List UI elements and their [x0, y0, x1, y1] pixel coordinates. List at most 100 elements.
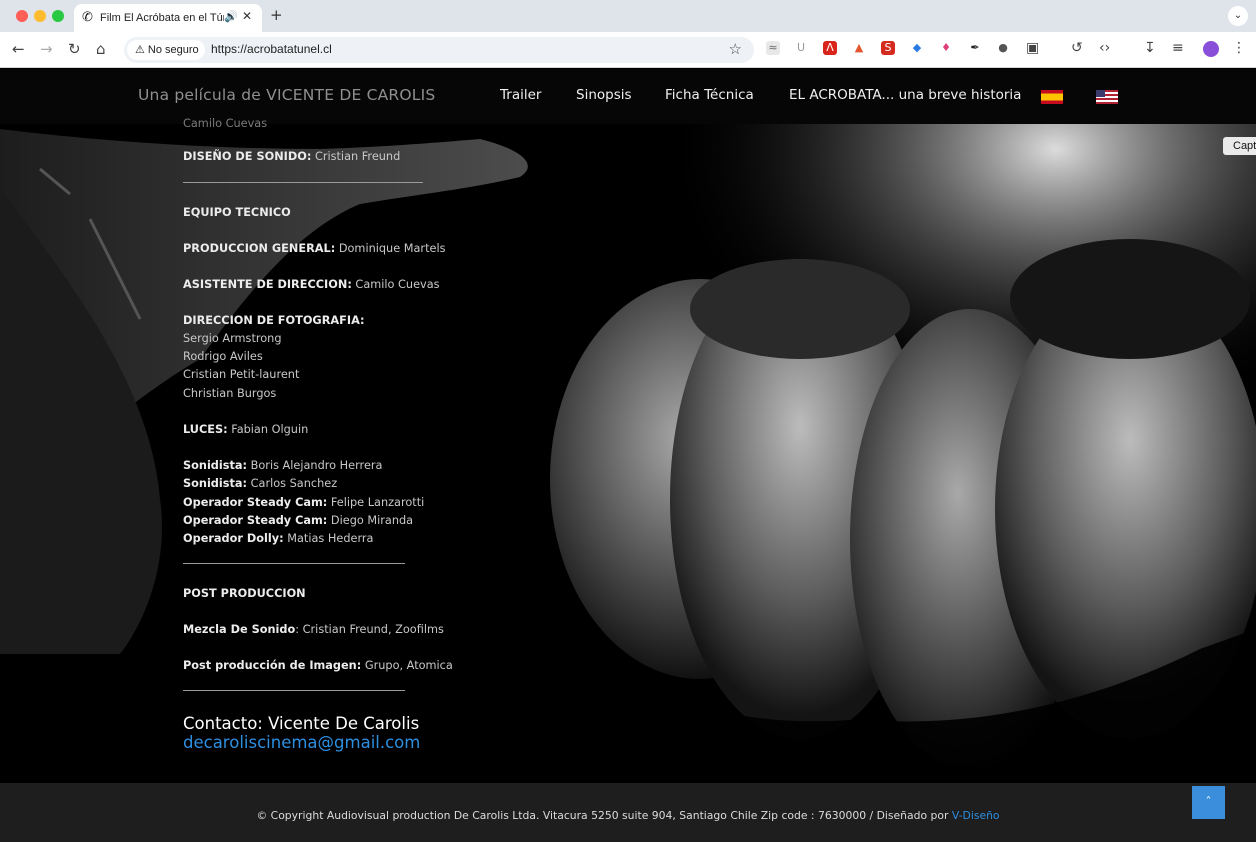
audio-playing-icon[interactable]: 🔊 [224, 10, 238, 23]
browser-tab[interactable]: ✆ Film El Acróbata en el Túnel 🔊 ✕ [74, 4, 262, 32]
nav-breve-historia[interactable]: EL ACROBATA... una breve historia [789, 87, 1021, 103]
reload-icon[interactable]: ↻ [68, 40, 81, 58]
menu-icon[interactable]: ⋮ [1232, 40, 1246, 56]
site-header: Una película de VICENTE DE CAROLIS Trail… [0, 69, 1256, 124]
us-flag-icon[interactable] [1096, 90, 1118, 104]
tag-extension-icon[interactable]: ◆ [910, 41, 924, 55]
minimize-window-button[interactable] [34, 10, 46, 22]
credit-label: Operador Dolly: [183, 532, 284, 545]
credit-label: Operador Steady Cam: [183, 514, 328, 527]
nav-ficha-tecnica[interactable]: Ficha Técnica [665, 87, 754, 103]
credit-label: DISEÑO DE SONIDO: [183, 150, 312, 163]
downloads-icon[interactable]: ↧ [1144, 40, 1156, 56]
contact-email-link[interactable]: decaroliscinema@gmail.com [183, 733, 420, 752]
eyedropper-icon[interactable]: ✒ [968, 41, 982, 55]
credit-value: Cristian Freund [311, 150, 401, 163]
close-tab-icon[interactable]: ✕ [242, 9, 252, 23]
credit-name: Christian Burgos [183, 387, 277, 400]
forward-icon[interactable]: → [40, 40, 53, 58]
section-heading-post: POST PRODUCCION [183, 587, 306, 600]
credit-crew-row: Sonidista: Carlos Sanchez [183, 477, 337, 490]
credit-mezcla-sonido: Mezcla De Sonido: Cristian Freund, Zoofi… [183, 623, 444, 636]
scroll-to-top-button[interactable]: ˆ [1192, 786, 1225, 819]
back-icon[interactable]: ← [12, 40, 25, 58]
credit-crew-row: Operador Steady Cam: Felipe Lanzarotti [183, 496, 424, 509]
extension-s-icon[interactable]: S [881, 41, 895, 55]
close-window-button[interactable] [16, 10, 28, 22]
nav-trailer[interactable]: Trailer [500, 87, 541, 103]
history-icon[interactable]: ↺ [1071, 40, 1083, 56]
url-text[interactable]: https://acrobatatunel.cl [211, 42, 332, 56]
profile-avatar[interactable] [1203, 41, 1219, 57]
credit-crew-row: Operador Dolly: Matias Hederra [183, 532, 373, 545]
home-icon[interactable]: ⌂ [96, 40, 106, 58]
contact-title: Contacto: Vicente De Carolis [183, 714, 420, 733]
maximize-window-button[interactable] [52, 10, 64, 22]
new-tab-button[interactable]: + [270, 6, 283, 24]
credit-sound-design: DISEÑO DE SONIDO: Cristian Freund [183, 150, 400, 163]
credit-value: Fabian Olguin [227, 423, 309, 436]
credit-label: ASISTENTE DE DIRECCION: [183, 278, 352, 291]
credit-label: PRODUCCION GENERAL: [183, 242, 336, 255]
site-favicon-icon: ✆ [82, 10, 93, 25]
extension-icon[interactable]: ● [996, 41, 1010, 55]
extension-u-icon[interactable]: U [794, 41, 808, 55]
section-heading-equipo: EQUIPO TECNICO [183, 206, 291, 219]
extension-icon[interactable]: ≈ [766, 41, 780, 55]
credit-label: Sonidista: [183, 459, 248, 472]
security-indicator[interactable]: ⚠ No seguro [127, 40, 205, 60]
credit-value: Grupo, Atomica [361, 659, 453, 672]
credit-value: : Cristian Freund, Zoofilms [295, 623, 444, 636]
designer-link[interactable]: V-Diseño [952, 809, 1000, 822]
credit-heading: POST PRODUCCION [183, 587, 306, 600]
credit-crew-row: Operador Steady Cam: Diego Miranda [183, 514, 413, 527]
credit-value: Camilo Cuevas [351, 278, 440, 291]
copyright-label: © Copyright Audiovisual production De Ca… [256, 809, 952, 822]
site-footer: © Copyright Audiovisual production De Ca… [0, 783, 1256, 842]
browser-tab-bar: ✆ Film El Acróbata en el Túnel 🔊 ✕ + ⌄ [0, 0, 1256, 32]
credit-label: Post producción de Imagen: [183, 659, 362, 672]
credit-value: Diego Miranda [327, 514, 414, 527]
extension-icon[interactable]: ▲ [852, 41, 866, 55]
credit-value: Matias Hederra [283, 532, 374, 545]
credit-cut-line: Camilo Cuevas [183, 117, 268, 130]
address-bar[interactable]: ⚠ No seguro https://acrobatatunel.cl ☆ [124, 37, 754, 63]
credit-label: Sonidista: [183, 477, 248, 490]
credit-value: Boris Alejandro Herrera [247, 459, 383, 472]
nav-sinopsis[interactable]: Sinopsis [576, 87, 632, 103]
browser-toolbar: ← → ↻ ⌂ ⚠ No seguro https://acrobatatune… [0, 32, 1256, 68]
pdf-extension-icon[interactable]: Λ [823, 41, 837, 55]
security-label: No seguro [147, 44, 199, 56]
tab-title: Film El Acróbata en el Túnel [100, 12, 224, 24]
credit-label: Operador Steady Cam: [183, 496, 328, 509]
credit-heading: EQUIPO TECNICO [183, 206, 291, 219]
code-icon[interactable]: ‹› [1099, 40, 1110, 56]
extensions-puzzle-icon[interactable]: ▣ [1026, 40, 1039, 56]
credit-crew-row: Sonidista: Boris Alejandro Herrera [183, 459, 382, 472]
credit-value: Carlos Sanchez [247, 477, 338, 490]
divider [183, 563, 405, 564]
reading-list-icon[interactable]: ≡ [1172, 40, 1184, 56]
site-tagline[interactable]: Una película de VICENTE DE CAROLIS [138, 86, 435, 104]
copyright-text: © Copyright Audiovisual production De Ca… [0, 809, 1256, 822]
credit-asistente-direccion: ASISTENTE DE DIRECCION: Camilo Cuevas [183, 278, 440, 291]
spanish-flag-icon[interactable] [1041, 90, 1063, 104]
credit-post-imagen: Post producción de Imagen: Grupo, Atomic… [183, 659, 453, 672]
tab-search-chevron-icon[interactable]: ⌄ [1228, 6, 1248, 26]
credit-value: Felipe Lanzarotti [327, 496, 425, 509]
credit-fotografia-heading: DIRECCION DE FOTOGRAFIA: [183, 314, 365, 327]
divider [183, 182, 423, 183]
web-page: Una película de VICENTE DE CAROLIS Trail… [0, 69, 1256, 842]
capture-button[interactable]: Capt [1223, 137, 1256, 155]
bookmark-star-icon[interactable]: ☆ [729, 40, 742, 58]
credit-label: DIRECCION DE FOTOGRAFIA: [183, 314, 365, 327]
credit-label: Mezcla De Sonido [183, 623, 296, 636]
divider [183, 690, 405, 691]
credit-luces: LUCES: Fabian Olguin [183, 423, 308, 436]
credit-name: Rodrigo Aviles [183, 350, 263, 363]
credit-produccion-general: PRODUCCION GENERAL: Dominique Martels [183, 242, 445, 255]
credit-name: Cristian Petit-laurent [183, 368, 300, 381]
extension-icon[interactable]: ♦ [939, 41, 953, 55]
credit-value: Dominique Martels [335, 242, 446, 255]
credit-label: LUCES: [183, 423, 228, 436]
